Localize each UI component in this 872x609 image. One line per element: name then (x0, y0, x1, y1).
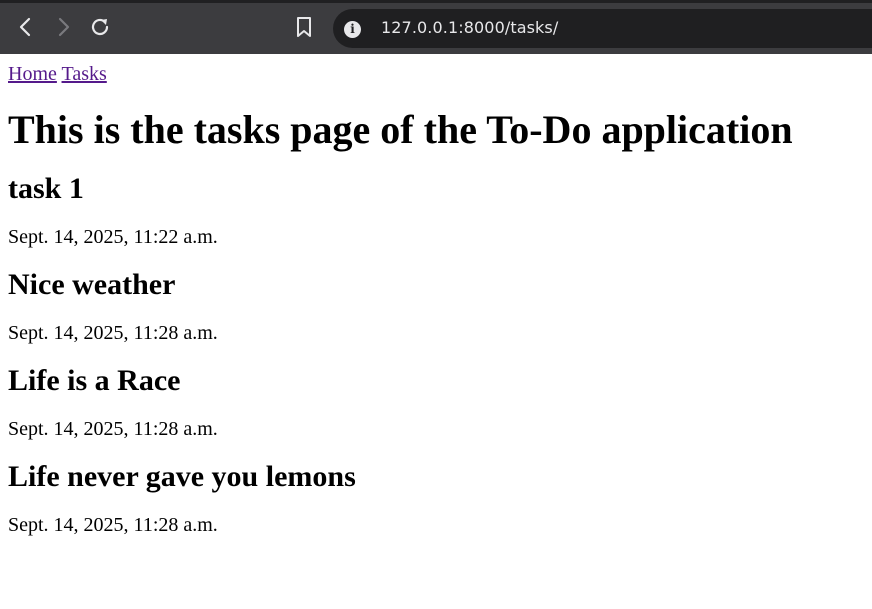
task-title: Life is a Race (8, 364, 181, 397)
task-title: Life never gave you lemons (8, 460, 356, 493)
task-title: task 1 (8, 172, 84, 205)
forward-button[interactable] (51, 15, 75, 39)
page-title: This is the tasks page of the To-Do appl… (8, 107, 793, 152)
browser-toolbar: i 127.0.0.1:8000/tasks/ (0, 0, 872, 54)
task-date: Sept. 14, 2025, 11:28 a.m. (8, 322, 218, 344)
task-item: Nice weather Sept. 14, 2025, 11:28 a.m. (8, 268, 864, 345)
task-title: Nice weather (8, 268, 176, 301)
task-item: task 1 Sept. 14, 2025, 11:22 a.m. (8, 172, 864, 249)
url-text[interactable]: 127.0.0.1:8000/tasks/ (381, 18, 558, 37)
task-date: Sept. 14, 2025, 11:28 a.m. (8, 418, 218, 440)
nav-links: Home Tasks (8, 62, 864, 86)
site-info-icon[interactable]: i (344, 21, 361, 38)
tasks-link[interactable]: Tasks (62, 63, 107, 85)
home-link[interactable]: Home (8, 63, 57, 85)
chevron-left-icon (19, 17, 31, 37)
task-date: Sept. 14, 2025, 11:22 a.m. (8, 226, 218, 248)
address-bar[interactable]: i 127.0.0.1:8000/tasks/ (333, 9, 872, 48)
task-item: Life is a Race Sept. 14, 2025, 11:28 a.m… (8, 364, 864, 441)
bookmark-icon (297, 17, 311, 37)
back-button[interactable] (14, 15, 38, 39)
bookmark-button[interactable] (292, 15, 316, 39)
reload-button[interactable] (88, 15, 112, 39)
task-date: Sept. 14, 2025, 11:28 a.m. (8, 514, 218, 536)
page-content: Home Tasks This is the tasks page of the… (0, 54, 872, 545)
task-item: Life never gave you lemons Sept. 14, 202… (8, 460, 864, 537)
chevron-right-icon (58, 17, 70, 37)
reload-icon (91, 18, 109, 36)
